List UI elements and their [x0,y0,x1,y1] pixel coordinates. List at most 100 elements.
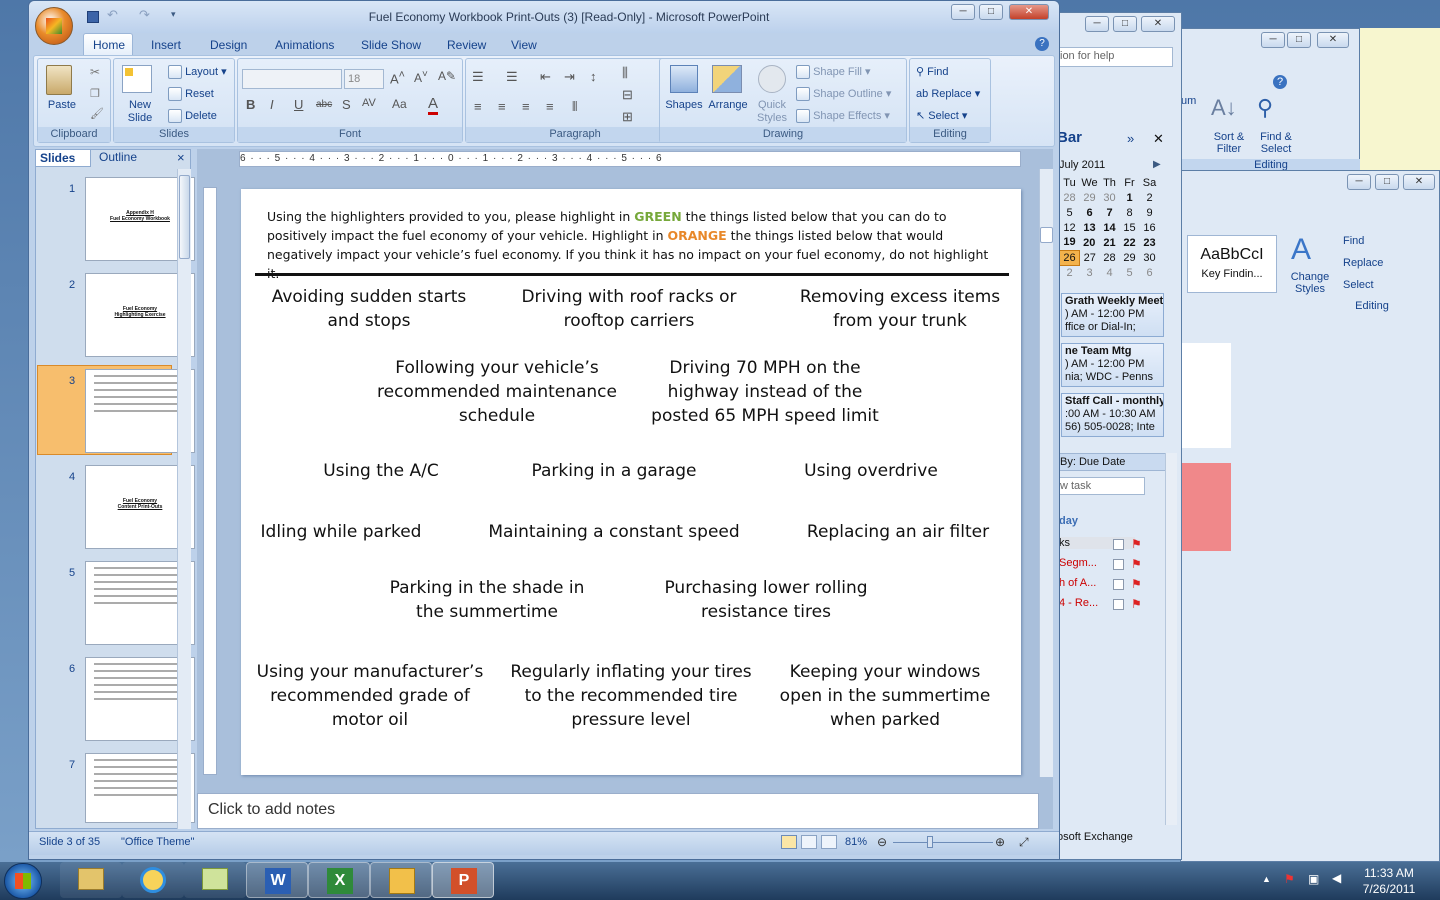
zoom-level[interactable]: 81% [845,836,867,848]
flag-icon[interactable]: ⚑ [1131,537,1142,551]
thumbs-scrollbar[interactable] [177,169,191,829]
start-button[interactable] [4,863,42,899]
reset-button[interactable]: Reset [168,87,214,101]
taskbar-powerpoint[interactable]: P [432,862,494,898]
taskbar-explorer[interactable] [60,862,122,898]
clock-date[interactable]: 7/26/2011 [1356,882,1422,896]
slideshow-icon[interactable] [821,835,837,849]
slide-scrollbar[interactable] [1039,169,1053,777]
calendar-day[interactable]: 5 [1060,205,1080,220]
arranged-by-header[interactable]: By: Due Date [1057,453,1167,471]
calendar-day[interactable]: 2 [1140,190,1160,205]
item-low-rolling-tires[interactable]: Purchasing lower rolling resistance tire… [651,576,881,624]
task-checkbox[interactable] [1113,599,1124,610]
slide-sorter-icon[interactable] [801,835,817,849]
theme-name[interactable]: "Office Theme" [121,836,194,848]
flag-icon[interactable]: ⚑ [1131,577,1142,591]
clock-time[interactable]: 11:33 AM [1356,866,1422,880]
redo-icon[interactable]: ↷ [139,7,150,23]
calendar-day[interactable]: 1 [1120,190,1140,205]
network-icon[interactable]: ▣ [1308,872,1319,886]
strikethrough-icon[interactable]: abc [316,99,332,110]
font-name-box[interactable] [242,69,342,89]
mini-calendar[interactable]: Tu We Th Fr Sa 28 29 30 1 2 5 6 7 8 9 12 13 14 15 16 19 20 21… [1059,175,1160,280]
select-button[interactable]: ↖ Select ▾ [916,109,967,122]
calendar-day[interactable]: 4 [1100,265,1120,280]
item-sudden-starts[interactable]: Avoiding sudden starts and stops [259,285,479,333]
item-inflating-tires[interactable]: Regularly inflating your tires to the re… [509,660,753,732]
show-hidden-icons[interactable]: ▲ [1262,874,1271,884]
layout-button[interactable]: Layout ▾ [168,65,227,80]
bold-icon[interactable]: B [246,97,255,112]
outlook-window[interactable]: ─ □ ✕ ion for help Bar » ✕ July 2011 ▶ T… [1056,12,1182,860]
pane-close-icon[interactable]: × [177,150,185,165]
outline-tab[interactable]: Outline [99,150,137,164]
appointment[interactable]: ne Team Mtg) AM - 12:00 PM nia; WDC - Pen… [1061,343,1164,387]
next-month-icon[interactable]: ▶ [1153,159,1161,170]
grow-font-icon[interactable]: A˄ [390,69,405,86]
calendar-day[interactable]: 9 [1140,205,1160,220]
instructions-text[interactable]: Using the highlighters provided to you, … [267,207,997,283]
powerpoint-window[interactable]: ↶ ↷ ▾ Fuel Economy Workbook Print-Outs (… [28,0,1060,860]
item-excess-items[interactable]: Removing excess items from your trunk [793,285,1007,333]
todo-close-icon[interactable]: ✕ [1153,131,1164,147]
cut-icon[interactable]: ✂ [90,65,100,79]
increase-indent-icon[interactable]: ⇥ [564,69,575,85]
action-center-icon[interactable]: ⚑ [1284,872,1295,886]
help-icon[interactable]: ? [1035,37,1049,51]
item-garage[interactable]: Parking in a garage [523,459,705,483]
item-roof-racks[interactable]: Driving with roof racks or rooftop carri… [519,285,739,333]
tab-design[interactable]: Design [210,35,247,55]
office-button[interactable] [35,7,73,45]
tab-home[interactable]: Home [93,35,125,55]
item-constant-speed[interactable]: Maintaining a constant speed [487,520,741,544]
normal-view-icon[interactable] [781,835,797,849]
item-shade[interactable]: Parking in the shade in the summertime [373,576,601,624]
text-direction-icon[interactable]: ⫼ [622,65,628,81]
calendar-day[interactable]: 29 [1120,250,1140,265]
calendar-day[interactable]: 30 [1100,190,1120,205]
format-painter-icon[interactable]: 🖌 [90,107,104,120]
calendar-day[interactable]: 23 [1140,235,1160,250]
item-overdrive[interactable]: Using overdrive [791,459,951,483]
word-minimize-button[interactable]: ─ [1347,174,1371,190]
task-checkbox[interactable] [1113,539,1124,550]
tab-review[interactable]: Review [447,35,486,55]
shape-effects-button[interactable]: Shape Effects ▾ [796,109,890,124]
tab-insert[interactable]: Insert [151,35,181,55]
flag-icon[interactable]: ⚑ [1131,557,1142,571]
slides-tab[interactable]: Slides [35,149,91,167]
calendar-day[interactable]: 14 [1100,220,1120,235]
calendar-day[interactable]: 8 [1120,205,1140,220]
style-gallery[interactable]: AaBbCcI Key Findin... [1187,235,1277,293]
word-window[interactable]: ─ □ ✕ AaBbCcI Key Findin... A Change Sty… [1180,170,1440,862]
decrease-indent-icon[interactable]: ⇤ [540,69,551,85]
taskbar-ie[interactable] [122,862,184,898]
find-select-button[interactable]: Find & Select [1251,131,1301,155]
calendar-day[interactable]: 15 [1120,220,1140,235]
calendar-day[interactable]: 6 [1140,265,1160,280]
tab-view[interactable]: View [511,35,537,55]
tab-animations[interactable]: Animations [275,35,334,55]
align-center-icon[interactable]: ≡ [498,99,506,114]
excel-maximize-button[interactable]: □ [1287,32,1311,48]
close-button[interactable]: ✕ [1009,4,1049,20]
excel-minimize-button[interactable]: ─ [1261,32,1285,48]
calendar-day[interactable]: 22 [1120,235,1140,250]
italic-icon[interactable]: I [270,97,274,112]
bullets-icon[interactable]: ☰ [472,69,484,85]
replace-button[interactable]: ab Replace ▾ [916,87,980,100]
calendar-day[interactable]: 21 [1100,235,1120,250]
flag-icon[interactable]: ⚑ [1131,597,1142,611]
font-size-box[interactable]: 18 [344,69,384,89]
expand-icon[interactable]: » [1127,131,1134,146]
word-select-button[interactable]: Select [1343,279,1374,291]
calendar-day[interactable]: 13 [1080,220,1100,235]
taskbar-word[interactable]: W [246,862,308,898]
todo-scrollbar[interactable] [1165,453,1177,825]
exchange-status[interactable]: osoft Exchange [1057,831,1177,843]
calendar-day[interactable]: 27 [1080,250,1100,265]
calendar-day[interactable]: 28 [1060,190,1080,205]
shapes-button[interactable]: Shapes [662,99,706,111]
arrange-button[interactable]: Arrange [706,99,750,111]
